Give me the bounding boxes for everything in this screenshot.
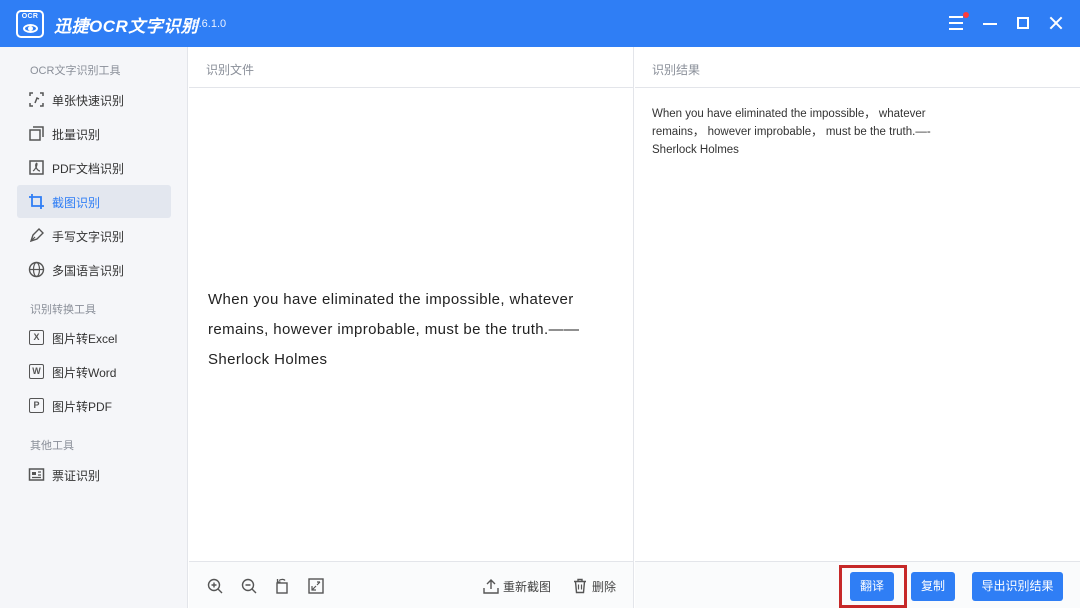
sidebar-item-label: 图片转Word xyxy=(52,366,117,380)
minimize-button[interactable] xyxy=(977,10,1003,36)
rotate-icon[interactable] xyxy=(273,577,291,595)
result-text-line: Sherlock Holmes xyxy=(652,144,739,156)
result-text-line: remains， however improbable， must be the… xyxy=(652,126,931,138)
sidebar-item-batch[interactable]: 批量识别 xyxy=(17,117,171,150)
batch-icon xyxy=(29,126,44,141)
result-text-line: When you have eliminated the impossible，… xyxy=(652,108,926,120)
copy-button[interactable]: 复制 xyxy=(911,572,955,601)
sidebar-item-label: PDF文档识别 xyxy=(52,162,125,176)
app-title: 迅捷OCR文字识别 xyxy=(54,17,199,36)
result-panel: 识别结果 When you have eliminated the imposs… xyxy=(635,47,1080,608)
result-text-area[interactable]: When you have eliminated the impossible，… xyxy=(652,105,952,159)
translate-button[interactable]: 翻译 xyxy=(850,572,894,601)
title-bar: OCR 迅捷OCR文字识别 v8.6.1.0 xyxy=(0,0,1080,47)
sidebar-item-label: 手写文字识别 xyxy=(52,230,125,244)
sidebar-item-label: 单张快速识别 xyxy=(52,94,125,108)
sidebar-item-ticket[interactable]: 票证识别 xyxy=(17,458,171,491)
sidebar: OCR文字识别工具 单张快速识别 批量识别 PDF文档识别 截图识别 手写文字识… xyxy=(0,47,188,608)
source-panel-title: 识别文件 xyxy=(206,63,255,77)
app-version: v8.6.1.0 xyxy=(187,18,227,30)
zoom-out-icon[interactable] xyxy=(240,577,258,595)
source-image-preview[interactable]: When you have eliminated the impossible,… xyxy=(208,285,618,375)
source-file-panel: 识别文件 When you have eliminated the imposs… xyxy=(189,47,634,608)
sidebar-item-to-pdf[interactable]: P 图片转PDF xyxy=(17,389,171,422)
delete-button[interactable]: 删除 xyxy=(592,578,616,595)
sidebar-item-screenshot[interactable]: 截图识别 xyxy=(17,185,171,218)
zoom-in-icon[interactable] xyxy=(206,577,224,595)
sidebar-item-multilang[interactable]: 多国语言识别 xyxy=(17,253,171,286)
source-panel-header: 识别文件 xyxy=(189,47,633,88)
sidebar-item-to-word[interactable]: W 图片转Word xyxy=(17,355,171,388)
ticket-icon xyxy=(28,468,45,481)
pdf-icon: P xyxy=(28,397,45,414)
sidebar-item-handwriting[interactable]: 手写文字识别 xyxy=(17,219,171,252)
trash-icon[interactable] xyxy=(571,577,589,595)
source-toolbar: 重新截图 删除 xyxy=(189,561,633,608)
result-panel-header: 识别结果 xyxy=(635,47,1080,88)
notification-dot-icon xyxy=(963,12,969,18)
sidebar-item-pdf-doc[interactable]: PDF文档识别 xyxy=(17,151,171,184)
source-text-line: Sherlock Holmes xyxy=(208,351,328,368)
source-text-line: remains, however improbable, must be the… xyxy=(208,321,580,338)
sidebar-item-label: 票证识别 xyxy=(52,469,101,483)
sidebar-item-label: 批量识别 xyxy=(52,128,101,142)
sidebar-item-label: 图片转Excel xyxy=(52,332,118,346)
recapture-button[interactable]: 重新截图 xyxy=(503,578,551,595)
pdf-doc-icon xyxy=(29,160,44,175)
close-button[interactable] xyxy=(1043,10,1069,36)
recapture-icon[interactable] xyxy=(482,577,500,595)
sidebar-item-label: 图片转PDF xyxy=(52,400,113,414)
result-toolbar: 翻译 复制 导出识别结果 xyxy=(635,561,1080,608)
globe-icon xyxy=(28,261,45,278)
pen-icon xyxy=(29,228,44,243)
crop-icon xyxy=(29,194,44,209)
sidebar-item-label: 多国语言识别 xyxy=(52,264,125,278)
sidebar-item-label: 截图识别 xyxy=(52,196,101,210)
fit-icon[interactable] xyxy=(307,577,325,595)
sidebar-group-other-tools: 其他工具 xyxy=(30,440,74,452)
logo-text: OCR xyxy=(21,13,39,20)
single-scan-icon xyxy=(29,92,44,107)
maximize-button[interactable] xyxy=(1010,10,1036,36)
excel-icon: X xyxy=(28,329,45,346)
word-icon: W xyxy=(28,363,45,380)
menu-button[interactable] xyxy=(945,10,971,36)
sidebar-item-to-excel[interactable]: X 图片转Excel xyxy=(17,321,171,354)
source-text-line: When you have eliminated the impossible,… xyxy=(208,291,574,308)
sidebar-item-single-scan[interactable]: 单张快速识别 xyxy=(17,83,171,116)
sidebar-group-convert-tools: 识别转换工具 xyxy=(30,304,96,316)
sidebar-group-ocr-tools: OCR文字识别工具 xyxy=(30,65,121,77)
export-results-button[interactable]: 导出识别结果 xyxy=(972,572,1063,601)
result-panel-title: 识别结果 xyxy=(652,63,701,77)
app-logo-icon: OCR xyxy=(16,10,44,38)
